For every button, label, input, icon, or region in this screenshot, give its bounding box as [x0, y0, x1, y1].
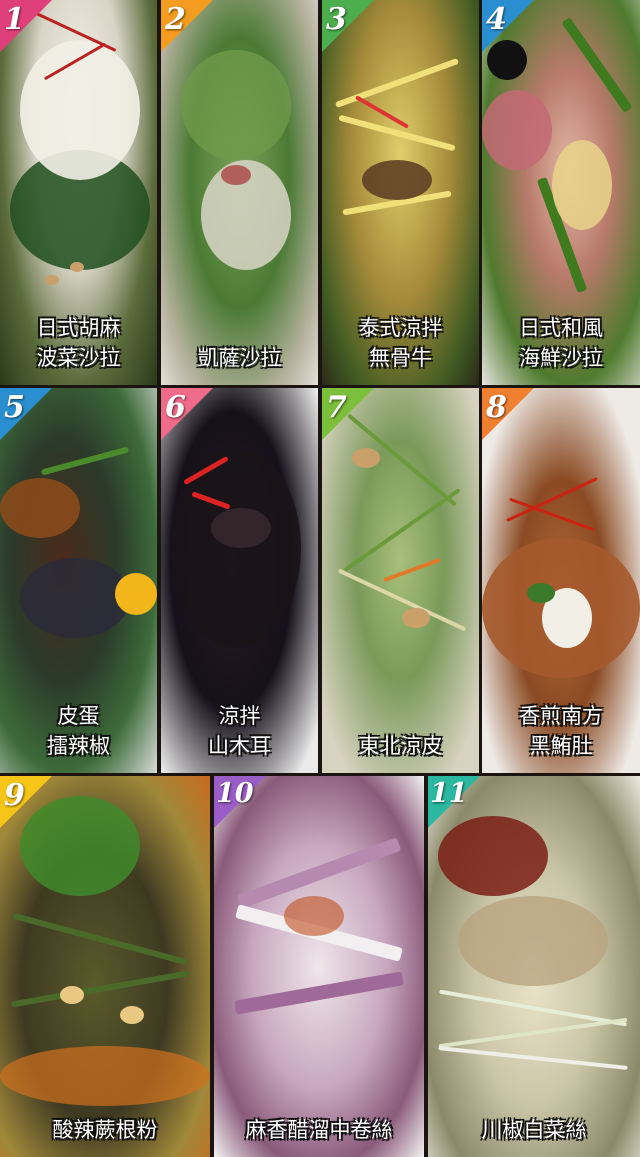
dish-tile-9: 9 酸辣蕨根粉	[0, 776, 210, 1157]
dish-tile-7: 7 東北涼皮	[322, 388, 479, 773]
dish-name-2: 凱薩沙拉	[197, 346, 282, 370]
dish-tile-4: 4 日式和風 海鮮沙拉	[482, 0, 640, 385]
dish-collage: 1 日式胡麻 波菜沙拉 2 凱薩沙拉 3 泰式涼拌 無骨牛 4 日式和風 海鮮沙…	[0, 0, 640, 1157]
dish-tile-6: 6 涼拌 山木耳	[161, 388, 318, 773]
dish-number-7: 7	[326, 390, 347, 425]
dish-name-3: 泰式涼拌 無骨牛	[358, 316, 443, 370]
dish-number-11: 11	[430, 778, 468, 809]
dish-tile-2: 2 凱薩沙拉	[161, 0, 318, 385]
dish-number-4: 4	[486, 2, 507, 37]
dish-tile-1: 1 日式胡麻 波菜沙拉	[0, 0, 157, 385]
dish-tile-11: 11 川椒白菜絲	[428, 776, 640, 1157]
dish-number-10: 10	[216, 778, 254, 809]
dish-photo-11	[428, 776, 640, 1157]
dish-photo-10	[214, 776, 424, 1157]
dish-tile-8: 8 香煎南方 黑鮪肚	[482, 388, 640, 773]
dish-number-6: 6	[165, 390, 186, 425]
dish-number-5: 5	[4, 390, 25, 425]
dish-tile-3: 3 泰式涼拌 無骨牛	[322, 0, 479, 385]
dish-name-8: 香煎南方 黑鮪肚	[519, 704, 603, 758]
dish-number-9: 9	[4, 778, 25, 813]
dish-name-9: 酸辣蕨根粉	[52, 1118, 158, 1142]
dish-name-6: 涼拌 山木耳	[208, 704, 271, 758]
dish-number-2: 2	[165, 2, 186, 37]
dish-photo-9	[0, 776, 210, 1157]
dish-photo-2	[161, 0, 318, 385]
dish-name-1: 日式胡麻 波菜沙拉	[36, 316, 121, 370]
dish-tile-10: 10 麻香醋溜中卷絲	[214, 776, 424, 1157]
dish-name-5: 皮蛋 擂辣椒	[47, 704, 110, 758]
dish-tile-5: 5 皮蛋 擂辣椒	[0, 388, 157, 773]
dish-number-1: 1	[4, 2, 25, 37]
dish-number-8: 8	[486, 390, 507, 425]
dish-number-3: 3	[326, 2, 347, 37]
dish-name-4: 日式和風 海鮮沙拉	[519, 316, 603, 370]
dish-name-7: 東北涼皮	[358, 734, 443, 758]
dish-photo-7	[322, 388, 479, 773]
dish-name-11: 川椒白菜絲	[481, 1118, 587, 1142]
dish-name-10: 麻香醋溜中卷絲	[245, 1118, 393, 1142]
